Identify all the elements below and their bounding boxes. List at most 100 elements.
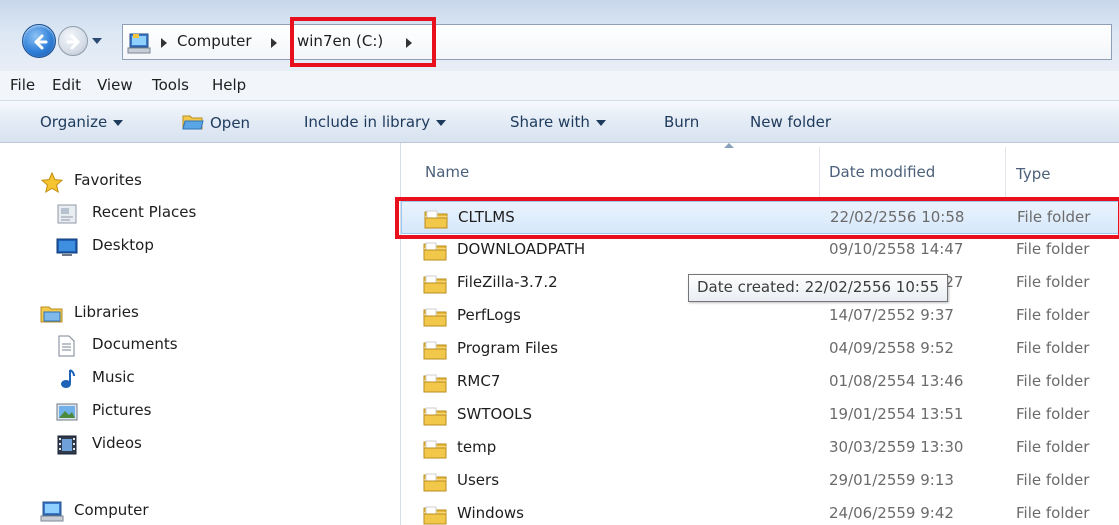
menu-tools[interactable]: Tools — [152, 76, 189, 94]
nav-item-pictures[interactable]: Pictures — [0, 397, 400, 427]
back-button[interactable] — [22, 24, 56, 58]
address-field[interactable]: Computer win7en (C:) — [122, 24, 1112, 60]
file-date-modified: 30/03/2559 13:30 — [829, 438, 964, 456]
file-type: File folder — [1016, 273, 1090, 291]
folder-icon — [423, 308, 447, 327]
sort-ascending-icon — [724, 143, 734, 148]
nav-item-documents[interactable]: Documents — [0, 331, 400, 361]
nav-item-music[interactable]: Music — [0, 364, 400, 394]
menu-file[interactable]: File — [10, 76, 35, 94]
share-with-button[interactable]: Share with — [510, 113, 606, 131]
menu-view[interactable]: View — [97, 76, 133, 94]
libraries-icon — [40, 306, 63, 323]
file-name: RMC7 — [457, 372, 501, 390]
file-row[interactable]: RMC7 01/08/2554 13:46 File folder — [401, 366, 1119, 399]
file-name: SWTOOLS — [457, 405, 533, 423]
file-date-modified: 19/01/2554 13:51 — [829, 405, 964, 423]
file-name: DOWNLOADPATH — [457, 240, 586, 258]
new-folder-button[interactable]: New folder — [750, 113, 831, 131]
file-type: File folder — [1016, 504, 1090, 522]
file-type: File folder — [1016, 240, 1090, 258]
pictures-icon — [56, 403, 78, 421]
breadcrumb-computer[interactable]: Computer — [177, 32, 252, 50]
file-date-modified: 14/07/2552 9:37 — [829, 306, 954, 324]
menu-edit[interactable]: Edit — [52, 76, 81, 94]
nav-item-favorites[interactable]: Favorites — [0, 167, 400, 197]
recent-pages-dropdown-icon[interactable] — [92, 37, 102, 45]
computer-location-icon — [127, 33, 151, 54]
menu-help[interactable]: Help — [212, 76, 246, 94]
file-date-modified: 29/01/2559 9:13 — [829, 471, 954, 489]
nav-label: Documents — [92, 335, 178, 353]
column-divider[interactable] — [819, 147, 820, 197]
nav-item-videos[interactable]: Videos — [0, 430, 400, 460]
column-header-type[interactable]: Type — [1016, 165, 1050, 183]
forward-button[interactable] — [58, 26, 88, 56]
file-row[interactable]: SWTOOLS 19/01/2554 13:51 File folder — [401, 399, 1119, 432]
folder-icon — [423, 407, 447, 426]
file-row[interactable]: Program Files 04/09/2558 9:52 File folder — [401, 333, 1119, 366]
nav-item-computer[interactable]: Computer — [0, 497, 400, 525]
column-header-name[interactable]: Name — [425, 163, 469, 181]
nav-label: Music — [92, 368, 135, 386]
date-created-tooltip: Date created: 22/02/2556 10:55 — [688, 274, 949, 302]
nav-label: Libraries — [74, 303, 139, 321]
music-note-icon — [61, 369, 75, 388]
folder-icon — [423, 242, 447, 261]
open-label: Open — [210, 114, 251, 132]
file-date-modified: 09/10/2558 14:47 — [829, 240, 964, 258]
folder-icon — [423, 275, 447, 294]
file-row[interactable]: temp 30/03/2559 13:30 File folder — [401, 432, 1119, 465]
nav-item-recent-places[interactable]: Recent Places — [0, 199, 400, 229]
organize-button[interactable]: Organize — [40, 113, 124, 131]
folder-icon — [423, 341, 447, 360]
file-name: PerfLogs — [457, 306, 521, 324]
file-list: Name Date modified Type CLTLMS 22/02/2556… — [395, 143, 1119, 525]
file-type: File folder — [1016, 306, 1090, 324]
nav-label: Recent Places — [92, 203, 197, 221]
include-in-library-button[interactable]: Include in library — [304, 113, 447, 131]
file-type: File folder — [1016, 438, 1090, 456]
video-film-icon — [57, 435, 77, 455]
file-name: FileZilla-3.7.2 — [457, 273, 558, 291]
nav-item-desktop[interactable]: Desktop — [0, 232, 400, 262]
back-arrow-icon — [34, 34, 48, 50]
file-name: Program Files — [457, 339, 558, 357]
file-date-modified: 04/09/2558 9:52 — [829, 339, 954, 357]
address-bar-area: Computer win7en (C:) — [0, 0, 1119, 71]
folder-icon — [423, 374, 447, 393]
documents-icon — [58, 335, 75, 357]
file-name: Windows — [457, 504, 524, 522]
nav-label: Pictures — [92, 401, 152, 419]
nav-item-libraries[interactable]: Libraries — [0, 299, 400, 329]
folder-icon — [423, 473, 447, 492]
open-button[interactable]: Open — [182, 113, 250, 132]
nav-label: Videos — [92, 434, 142, 452]
file-row[interactable]: PerfLogs 14/07/2552 9:37 File folder — [401, 300, 1119, 333]
chevron-down-icon — [436, 119, 447, 126]
file-type: File folder — [1016, 471, 1090, 489]
burn-button[interactable]: Burn — [664, 113, 699, 131]
column-divider[interactable] — [1005, 147, 1006, 197]
file-type: File folder — [1016, 405, 1090, 423]
command-bar: Organize Open Include in library Share w… — [0, 101, 1119, 143]
nav-label: Desktop — [92, 236, 154, 254]
file-date-modified: 24/06/2559 9:42 — [829, 504, 954, 522]
file-row[interactable]: Users 29/01/2559 9:13 File folder — [401, 465, 1119, 498]
star-icon — [40, 171, 64, 194]
file-name: temp — [457, 438, 497, 456]
selected-row-highlight-box — [395, 197, 1119, 239]
file-name: Users — [457, 471, 500, 489]
forward-arrow-icon — [66, 34, 80, 50]
file-type: File folder — [1016, 339, 1090, 357]
column-header-date-modified[interactable]: Date modified — [829, 163, 935, 181]
folder-icon — [423, 506, 447, 525]
menu-bar: File Edit View Tools Help — [0, 71, 1119, 101]
desktop-icon — [56, 238, 78, 256]
file-row[interactable]: Windows 24/06/2559 9:42 File folder — [401, 498, 1119, 525]
folder-icon — [423, 440, 447, 459]
breadcrumb-separator-icon[interactable] — [271, 38, 277, 48]
drive-highlight-box — [290, 17, 436, 67]
file-date-modified: 01/08/2554 13:46 — [829, 372, 964, 390]
breadcrumb-separator-icon[interactable] — [161, 38, 167, 48]
